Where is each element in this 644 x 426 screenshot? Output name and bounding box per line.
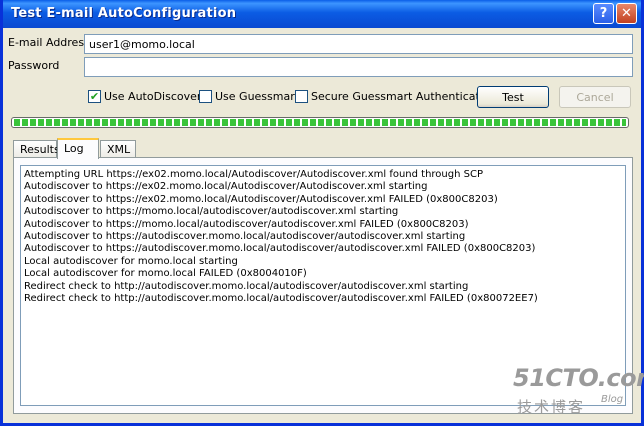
test-button-label: Test <box>502 90 524 104</box>
title-bar[interactable]: Test E-mail AutoConfiguration ? ✕ <box>3 0 641 28</box>
email-field[interactable] <box>84 34 633 54</box>
secure-guessmart-label: Secure Guessmart Authentication <box>311 90 497 103</box>
test-button[interactable]: Test <box>477 86 549 108</box>
secure-guessmart-checkbox[interactable]: Secure Guessmart Authentication <box>295 90 497 103</box>
tab-results[interactable]: Results <box>13 140 60 158</box>
tab-log[interactable]: Log <box>57 138 99 159</box>
log-tab-panel: Attempting URL https://ex02.momo.local/A… <box>13 157 633 414</box>
log-line: Autodiscover to https://momo.local/autod… <box>24 218 469 230</box>
dialog-window: Test E-mail AutoConfiguration ? ✕ E-mail… <box>0 0 644 426</box>
log-line: Autodiscover to https://autodiscover.mom… <box>24 243 536 255</box>
log-textarea[interactable]: Attempting URL https://ex02.momo.local/A… <box>20 165 626 406</box>
close-icon: ✕ <box>621 6 632 21</box>
log-line: Autodiscover to https://momo.local/autod… <box>24 206 399 218</box>
progress-fill <box>14 119 626 126</box>
progress-bar <box>11 117 629 128</box>
cancel-button[interactable]: Cancel <box>559 86 631 108</box>
password-field[interactable] <box>84 57 633 77</box>
use-guessmart-checkbox[interactable]: Use Guessmart <box>199 90 299 103</box>
tab-xml-label: XML <box>107 143 131 156</box>
log-line: Local autodiscover for momo.local starti… <box>24 255 238 267</box>
cancel-button-label: Cancel <box>576 90 614 104</box>
tab-results-label: Results <box>20 143 60 156</box>
help-icon: ? <box>599 6 608 21</box>
email-label: E-mail Address <box>8 36 90 49</box>
help-button[interactable]: ? <box>593 3 614 24</box>
checkbox-unchecked-icon <box>295 90 308 103</box>
checkbox-checked-icon: ✔ <box>88 90 101 103</box>
log-line: Autodiscover to https://autodiscover.mom… <box>24 231 466 243</box>
checkbox-unchecked-icon <box>199 90 212 103</box>
log-line: Attempting URL https://ex02.momo.local/A… <box>24 169 483 180</box>
window-title: Test E-mail AutoConfiguration <box>11 6 237 21</box>
password-label: Password <box>8 59 60 72</box>
log-line: Autodiscover to https://ex02.momo.local/… <box>24 181 428 193</box>
use-guessmart-label: Use Guessmart <box>215 90 300 103</box>
use-autodiscover-checkbox[interactable]: ✔ Use AutoDiscover <box>88 90 201 103</box>
log-line: Redirect check to http://autodiscover.mo… <box>24 280 469 292</box>
use-autodiscover-label: Use AutoDiscover <box>104 90 202 103</box>
log-line: Redirect check to http://autodiscover.mo… <box>24 293 538 305</box>
tab-xml[interactable]: XML <box>100 140 136 158</box>
log-line: Local autodiscover for momo.local FAILED… <box>24 268 307 280</box>
close-button[interactable]: ✕ <box>616 3 637 24</box>
log-line: Autodiscover to https://ex02.momo.local/… <box>24 193 498 205</box>
tab-log-label: Log <box>64 142 84 155</box>
